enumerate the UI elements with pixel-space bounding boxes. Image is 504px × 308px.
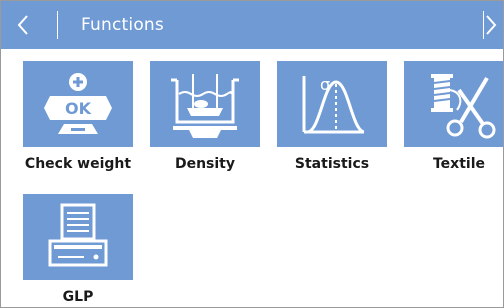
density-icon [171, 74, 239, 138]
function-statistics[interactable]: σ Statistics [267, 61, 397, 172]
statistics-tile[interactable]: σ [277, 61, 387, 147]
density-tile[interactable] [150, 61, 260, 147]
glp-tile[interactable] [23, 194, 133, 280]
check-weight-icon-text: OK [65, 99, 92, 118]
function-density[interactable]: Density [140, 61, 270, 172]
textile-tile[interactable] [404, 61, 503, 147]
function-glp[interactable]: GLP [13, 194, 143, 305]
functions-screen: Functions OK Check weight Density σ Stat… [0, 0, 504, 308]
statistics-icon: σ [302, 75, 365, 134]
page-title: Functions [81, 15, 164, 35]
chevron-right-icon [486, 15, 497, 35]
header-bar: Functions [1, 1, 503, 49]
function-textile[interactable]: Textile [394, 61, 503, 172]
check-weight-icon: OK [44, 73, 112, 134]
next-button[interactable] [483, 1, 503, 49]
function-check-weight[interactable]: OK Check weight [13, 61, 143, 172]
glp-printer-icon [48, 203, 108, 267]
statistics-label: Statistics [294, 156, 370, 172]
density-label: Density [174, 156, 236, 172]
header-separator-left [57, 11, 58, 39]
svg-text:σ: σ [320, 75, 330, 94]
check-weight-tile[interactable]: OK [23, 61, 133, 147]
textile-label: Textile [432, 156, 485, 172]
textile-icon [431, 74, 496, 139]
back-button[interactable] [1, 1, 45, 49]
glp-label: GLP [62, 289, 94, 305]
check-weight-label: Check weight [24, 156, 132, 172]
chevron-left-icon [17, 15, 28, 35]
